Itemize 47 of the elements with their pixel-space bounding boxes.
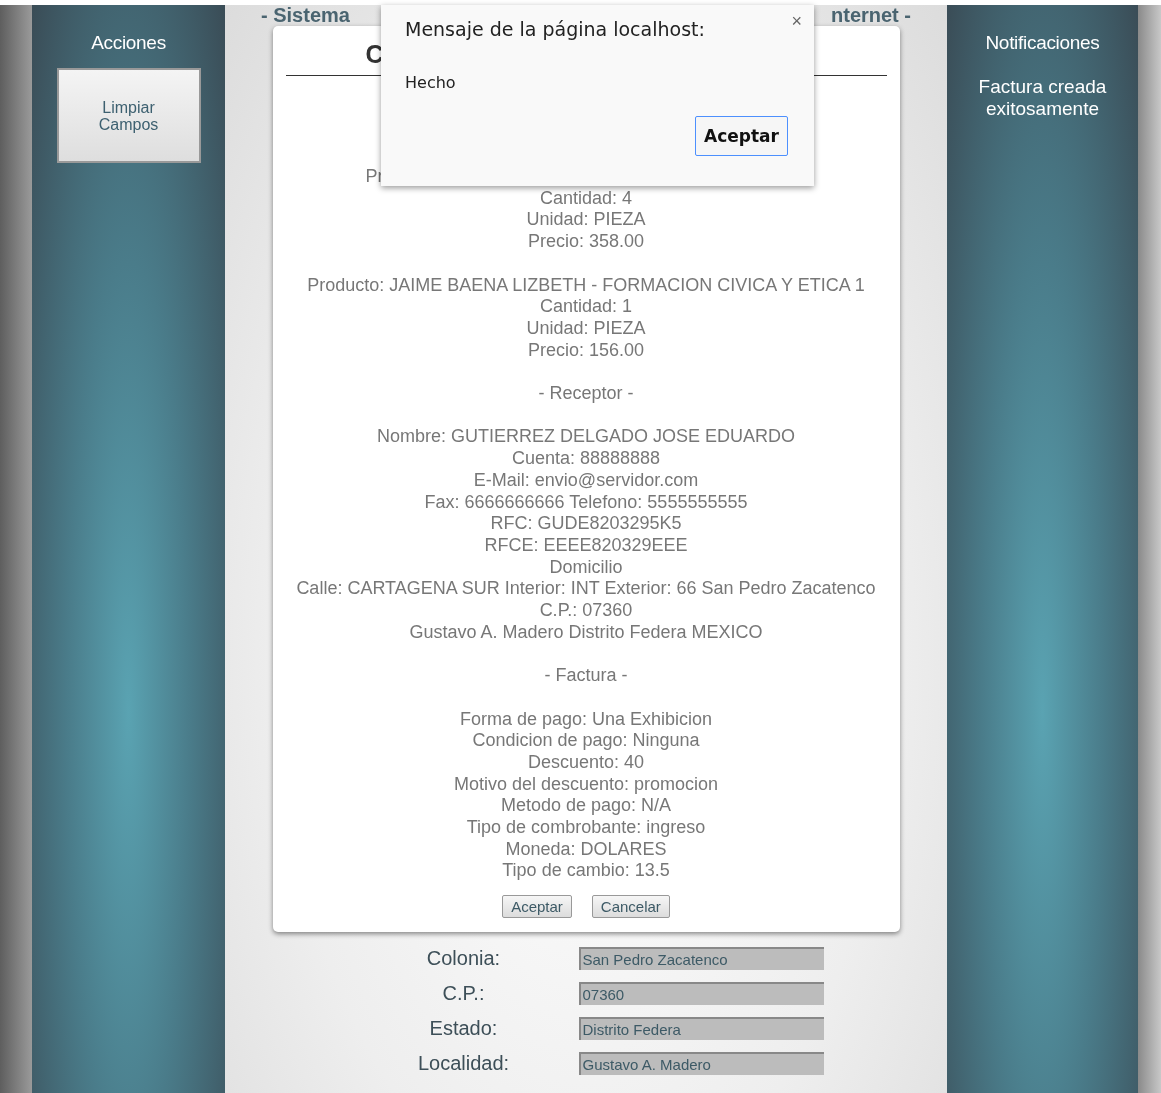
- summary-line: Gustavo A. Madero Distrito Federa MEXICO: [409, 621, 763, 644]
- summary-line: Cantidad: 4: [539, 187, 633, 210]
- summary-line: Fax: 6666666666 Telefono: 5555555555: [424, 491, 748, 514]
- summary-line: Producto: JAIME BAENA LIZBETH - FORMACION CIVICA Y ETICA 1: [307, 274, 865, 297]
- summary-line: Metodo de pago: N/A: [500, 795, 672, 817]
- summary-line: Pr: [364, 166, 384, 188]
- field-label: C.P.:: [441, 982, 486, 1006]
- summary-line: Unidad: PIEZA: [526, 317, 646, 340]
- summary-line: Condicion de pago: Ninguna: [472, 730, 700, 752]
- summary-line: Unidad: PIEZA: [526, 209, 646, 232]
- summary-line: Cantidad: 1: [539, 296, 633, 318]
- summary-line: - Factura -: [544, 665, 628, 687]
- summary-line: Descuento: 40: [527, 751, 645, 774]
- summary-line: E-Mail: envio@servidor.com: [473, 469, 699, 492]
- accept-button[interactable]: Aceptar: [695, 116, 788, 156]
- summary-line: RFC: GUDE8203295K5: [490, 513, 682, 535]
- close-button[interactable]: ×: [789, 11, 804, 32]
- input-field[interactable]: San Pedro Zacatenco: [578, 947, 824, 971]
- cancel-button[interactable]: Cancelar: [591, 895, 670, 919]
- field-label: Localidad:: [416, 1052, 511, 1076]
- page-title: nternet -: [831, 5, 911, 26]
- summary-line: Forma de pago: Una Exhibicion: [459, 708, 713, 731]
- input-field[interactable]: Gustavo A. Madero: [578, 1052, 824, 1076]
- summary-line: Tipo de combrobante: ingreso: [466, 817, 706, 839]
- accept-button[interactable]: Aceptar: [502, 895, 572, 919]
- page-title: - Sistema: [261, 5, 350, 26]
- summary-line: Precio: 156.00: [527, 339, 645, 362]
- field-label: Colonia:: [425, 947, 502, 971]
- summary-line: Cuenta: 88888888: [511, 448, 661, 470]
- summary-line: Domicilio: [549, 556, 623, 579]
- summary-line: Nombre: GUTIERREZ DELGADO JOSE EDUARDO: [376, 426, 796, 449]
- notifications-title: Notificaciones: [985, 32, 1100, 54]
- summary-line: Precio: 358.00: [527, 231, 645, 253]
- dialog-title: Mensaje de la página localhost:: [405, 17, 706, 41]
- notification-message: Factura creada exitosamente: [977, 76, 1108, 120]
- summary-line: Calle: CARTAGENA SUR Interior: INT Exterior: 66 San Pedro Zacatenco C.P.: 07360: [295, 578, 877, 622]
- summary-line: Motivo del descuento: promocion: [453, 773, 719, 796]
- input-field[interactable]: Distrito Federa: [578, 1017, 824, 1041]
- field-label: Estado:: [428, 1017, 499, 1041]
- summary-line: RFCE: EEEE820329EEE: [484, 534, 688, 557]
- summary-line: - Receptor -: [538, 383, 634, 405]
- summary-line: Moneda: DOLARES: [505, 838, 667, 861]
- summary-line: Tipo de cambio: 13.5: [502, 860, 670, 883]
- actions-title: Acciones: [91, 32, 166, 54]
- input-field[interactable]: 07360: [578, 982, 824, 1006]
- clear-fields-button[interactable]: Limpiar Campos: [56, 68, 201, 163]
- dialog-message: Hecho: [405, 73, 457, 92]
